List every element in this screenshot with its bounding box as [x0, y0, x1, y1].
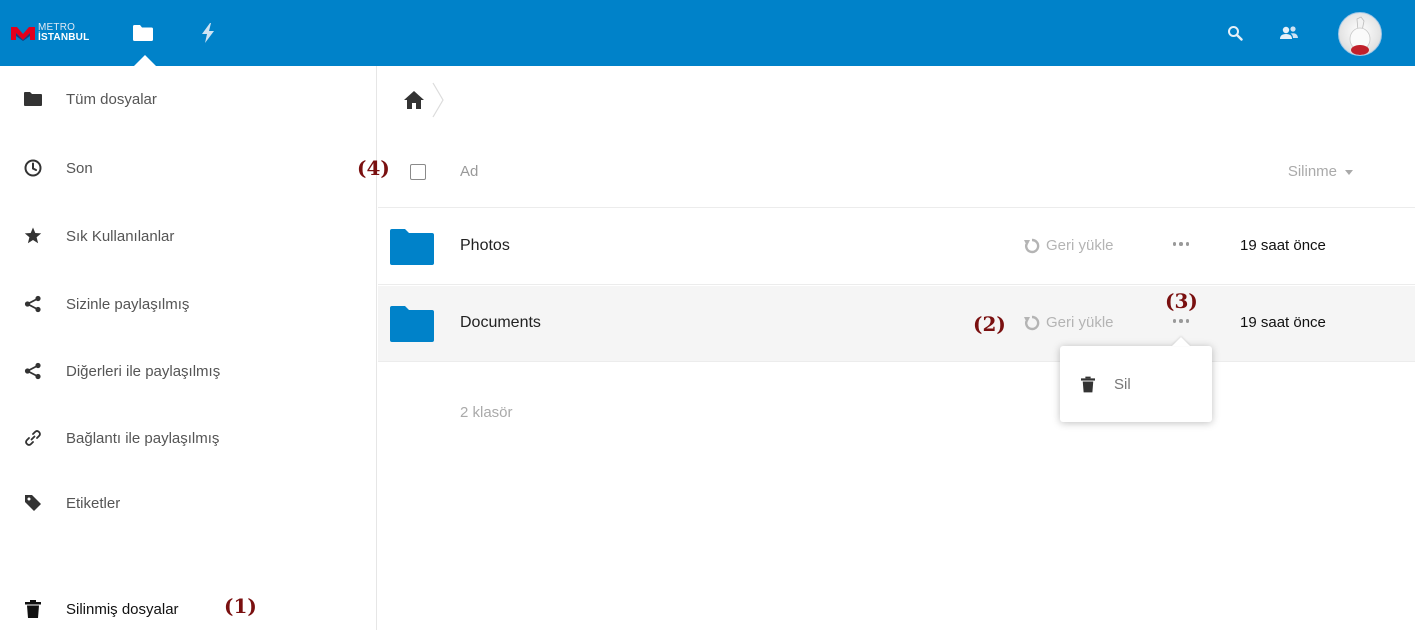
trash-icon [1078, 373, 1098, 395]
restore-icon [1024, 238, 1040, 253]
sidebar-item-deleted-files[interactable]: Silinmiş dosyalar [0, 587, 376, 630]
table-header: Ad Silinme [378, 138, 1415, 208]
search-button[interactable] [1222, 20, 1248, 46]
column-header-deleted[interactable]: Silinme [1288, 163, 1353, 180]
lightning-icon [202, 23, 214, 43]
table-row[interactable]: Photos Geri yükle 19 saat önce [378, 209, 1415, 285]
files-app-button[interactable] [128, 18, 158, 48]
restore-button[interactable]: Geri yükle [1024, 237, 1114, 254]
table-row[interactable]: Documents Geri yükle 19 saat önce [378, 286, 1415, 362]
select-all-checkbox[interactable] [410, 164, 426, 180]
sidebar-item-tags[interactable]: Etiketler [0, 481, 376, 525]
more-actions-button[interactable] [1168, 231, 1194, 257]
column-header-name[interactable]: Ad [460, 163, 478, 180]
logo-mark-icon [11, 27, 35, 41]
share-icon [22, 360, 44, 382]
metro-istanbul-logo[interactable]: METRO İSTANBUL [10, 22, 110, 44]
sidebar-item-label: Etiketler [66, 494, 121, 512]
avatar-image [1349, 16, 1371, 55]
menu-item-delete[interactable]: Sil [1060, 364, 1212, 404]
folder-icon [390, 306, 434, 342]
sidebar-item-shared-with-others[interactable]: Diğerleri ile paylaşılmış [0, 349, 376, 393]
restore-label: Geri yükle [1046, 314, 1114, 331]
folder-icon [22, 88, 44, 110]
star-icon [22, 225, 44, 247]
deleted-date: 19 saat önce [1240, 314, 1326, 331]
file-actions-menu: Sil [1060, 346, 1212, 422]
file-name[interactable]: Photos [460, 237, 510, 255]
link-icon [22, 427, 44, 449]
callout-4: (4) [357, 156, 390, 180]
file-list-area: Ad Silinme Photos Geri yükle 19 saat önc… [378, 66, 1415, 630]
sidebar: Tüm dosyalar Son Sık Kullanılanlar Sizin… [0, 66, 377, 630]
sidebar-item-all-files[interactable]: Tüm dosyalar [0, 77, 376, 121]
sidebar-item-label: Bağlantı ile paylaşılmış [66, 429, 220, 447]
callout-1: (1) [224, 594, 257, 618]
trash-icon [22, 598, 44, 620]
clock-icon [22, 157, 44, 179]
sort-caret-icon [1345, 170, 1353, 175]
file-name[interactable]: Documents [460, 314, 541, 332]
search-icon [1228, 26, 1243, 41]
sidebar-item-label: Diğerleri ile paylaşılmış [66, 362, 221, 380]
sidebar-item-label: Silinmiş dosyalar [66, 600, 179, 618]
sidebar-item-label: Tüm dosyalar [66, 90, 157, 108]
menu-item-label: Sil [1114, 375, 1131, 393]
activity-app-button[interactable] [193, 18, 223, 48]
top-bar: METRO İSTANBUL [0, 0, 1415, 66]
contacts-button[interactable] [1276, 20, 1302, 46]
column-header-deleted-label: Silinme [1287, 163, 1337, 180]
folder-icon [133, 25, 153, 41]
sidebar-item-label: Sık Kullanılanlar [66, 227, 175, 245]
sidebar-item-recent[interactable]: Son [0, 146, 376, 190]
callout-2: (2) [973, 312, 1006, 336]
tag-icon [22, 492, 44, 514]
sidebar-item-label: Son [66, 159, 93, 177]
contacts-icon [1280, 26, 1298, 39]
share-icon [22, 293, 44, 315]
home-icon[interactable] [402, 88, 426, 112]
sidebar-item-shared-by-link[interactable]: Bağlantı ile paylaşılmış [0, 416, 376, 460]
deleted-date: 19 saat önce [1240, 237, 1326, 254]
active-app-indicator [134, 55, 156, 66]
sidebar-item-label: Sizinle paylaşılmış [66, 295, 190, 313]
sidebar-item-favorites[interactable]: Sık Kullanılanlar [0, 214, 376, 258]
restore-label: Geri yükle [1046, 237, 1114, 254]
restore-icon [1024, 315, 1040, 330]
logo-text-line2: İSTANBUL [38, 32, 90, 43]
callout-3: (3) [1165, 289, 1198, 313]
restore-button[interactable]: Geri yükle [1024, 314, 1114, 331]
breadcrumb-separator-icon [432, 82, 444, 118]
breadcrumb [402, 82, 444, 118]
sidebar-item-shared-with-you[interactable]: Sizinle paylaşılmış [0, 282, 376, 326]
user-avatar[interactable] [1338, 12, 1382, 56]
file-count-summary: 2 klasör [460, 404, 513, 421]
folder-icon [390, 229, 434, 265]
